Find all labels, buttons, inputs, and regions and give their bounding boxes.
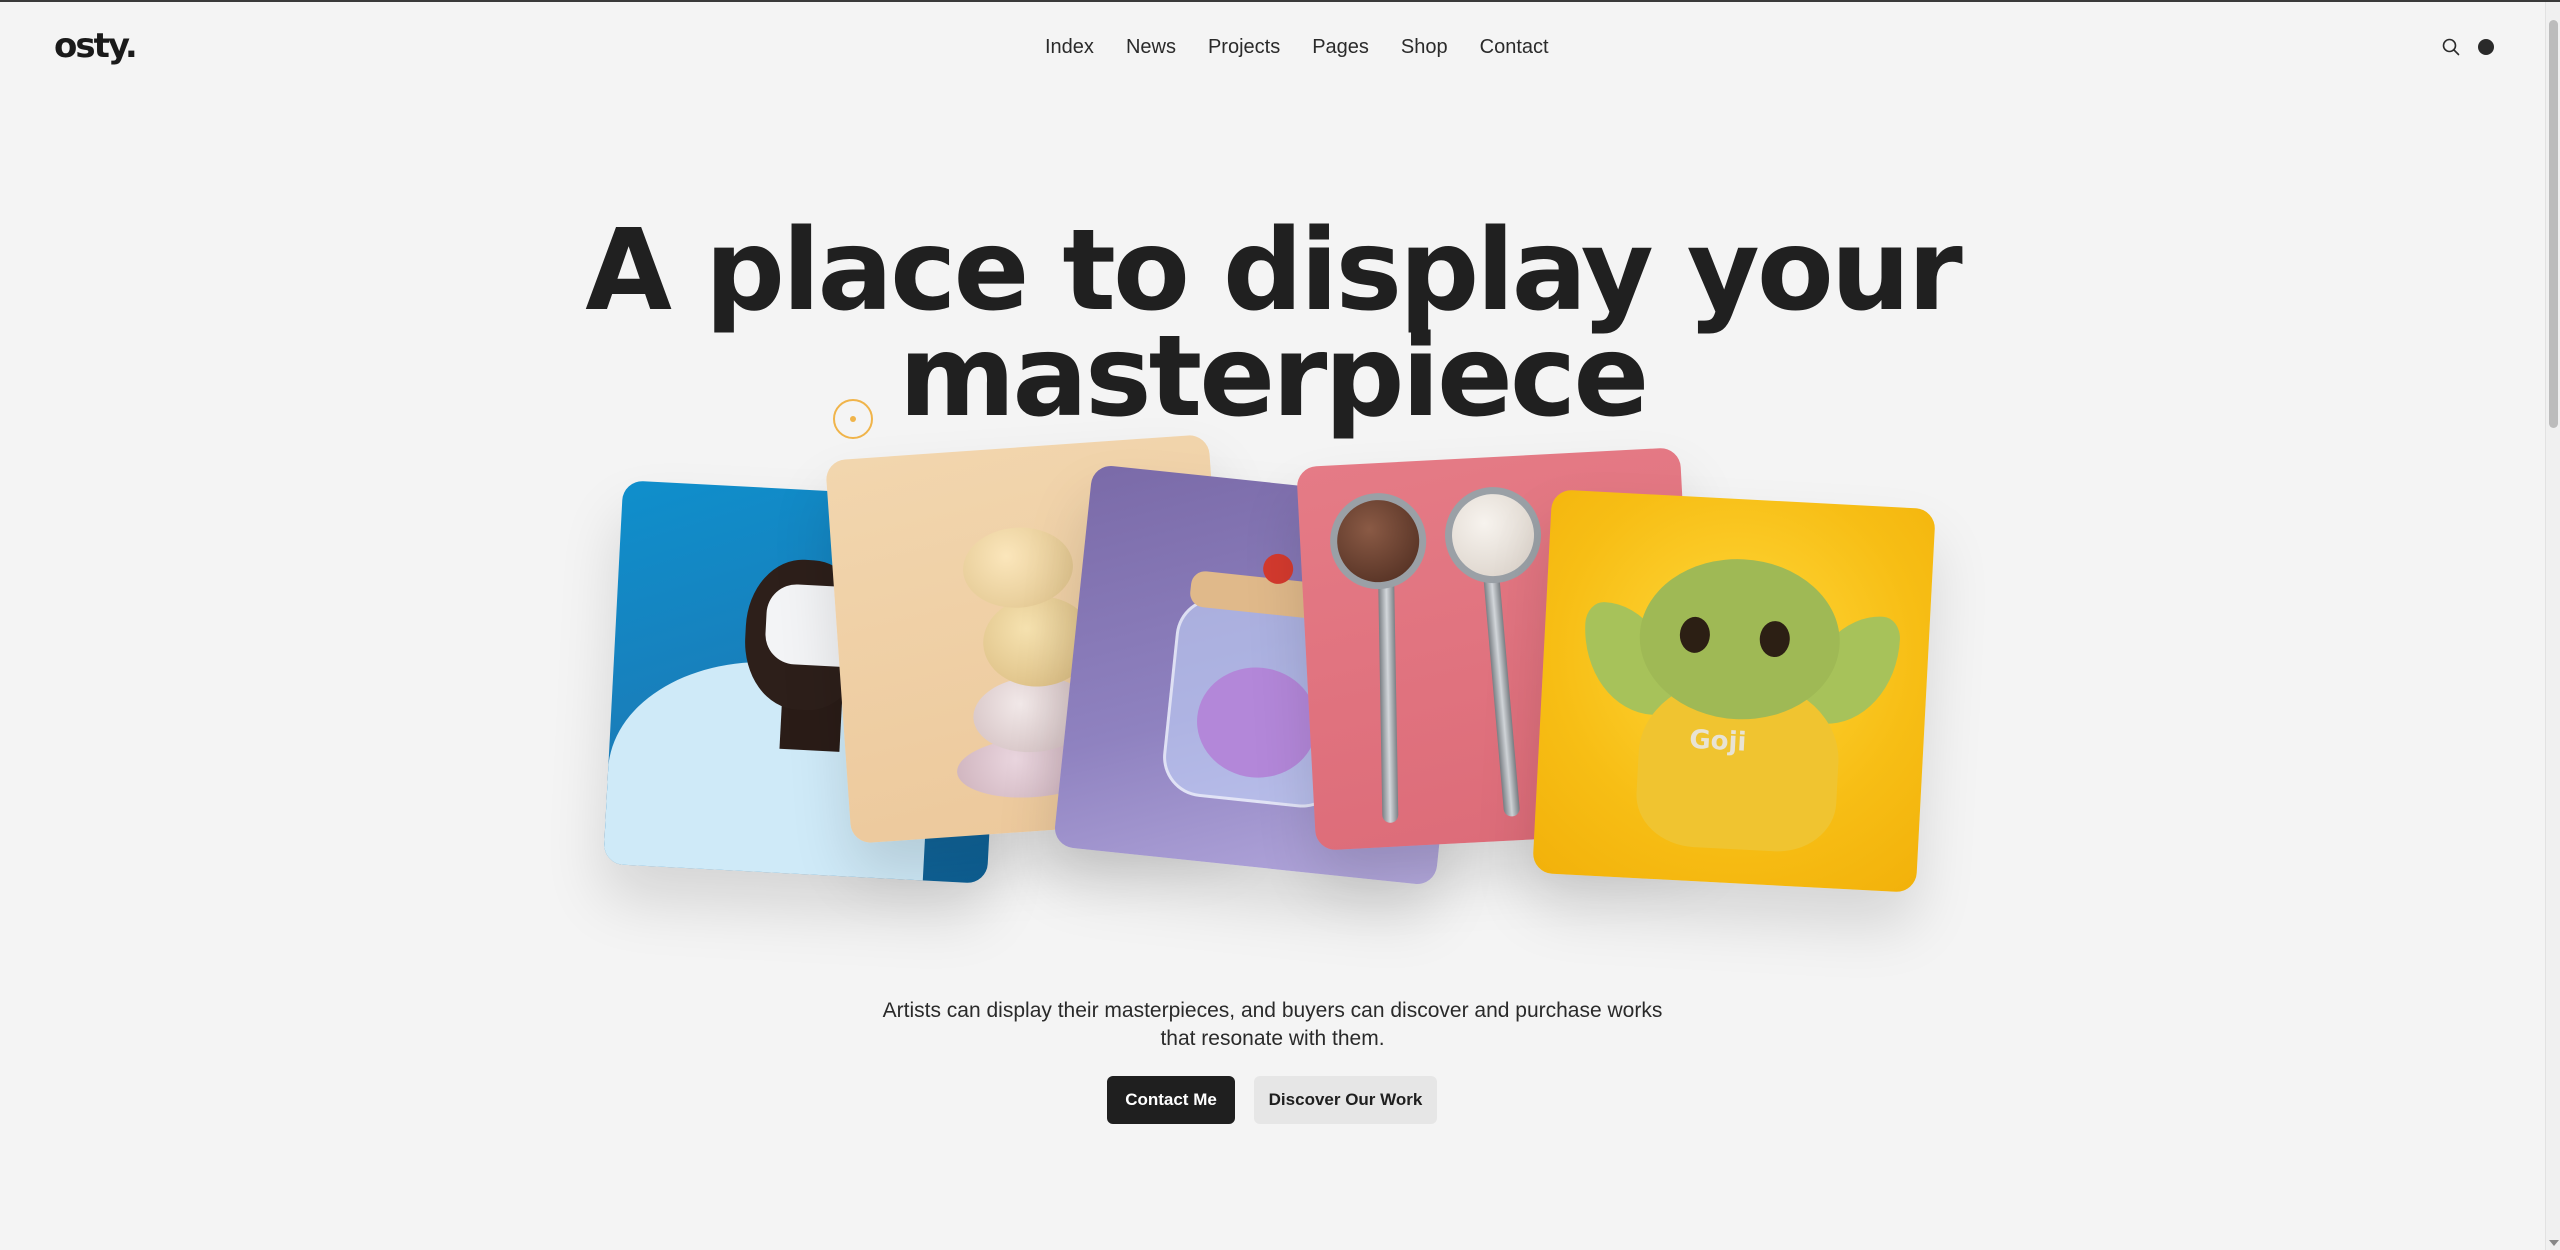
discover-our-work-button[interactable]: Discover Our Work bbox=[1254, 1076, 1437, 1124]
page-scrollbar[interactable] bbox=[2545, 2, 2560, 1250]
gallery-card-dragon[interactable]: Goji bbox=[1532, 489, 1936, 893]
custom-cursor bbox=[833, 399, 873, 439]
contact-me-button[interactable]: Contact Me bbox=[1107, 1076, 1235, 1124]
nav-item-pages[interactable]: Pages bbox=[1312, 36, 1369, 59]
scrollbar-thumb[interactable] bbox=[2549, 20, 2558, 428]
nav-item-projects[interactable]: Projects bbox=[1208, 36, 1280, 59]
site-logo[interactable]: osty. bbox=[54, 26, 138, 66]
nav-item-news[interactable]: News bbox=[1126, 36, 1176, 59]
hero-title-line-2: masterpiece bbox=[898, 312, 1650, 442]
header-actions bbox=[2442, 38, 2494, 56]
theme-toggle-icon[interactable] bbox=[2478, 39, 2494, 55]
nav-item-index[interactable]: Index bbox=[1045, 36, 1094, 59]
hero-description-line-2: that resonate with them. bbox=[1160, 1027, 1385, 1050]
hoodie-text: Goji bbox=[1688, 724, 1748, 758]
hero-title: A place to display your masterpiece bbox=[0, 215, 2545, 433]
scroll-down-arrow-icon[interactable] bbox=[2549, 1240, 2559, 1246]
search-icon[interactable] bbox=[2442, 38, 2460, 56]
spoon-handle bbox=[1481, 556, 1521, 818]
main-nav: Index News Projects Pages Shop Contact bbox=[1045, 36, 1549, 59]
window-top-border bbox=[0, 0, 2560, 2]
spoon-handle bbox=[1377, 562, 1399, 823]
hero-description: Artists can display their masterpieces, … bbox=[0, 997, 2545, 1053]
nav-item-shop[interactable]: Shop bbox=[1401, 36, 1448, 59]
nav-item-contact[interactable]: Contact bbox=[1480, 36, 1549, 59]
hero-description-line-1: Artists can display their masterpieces, … bbox=[882, 999, 1663, 1022]
